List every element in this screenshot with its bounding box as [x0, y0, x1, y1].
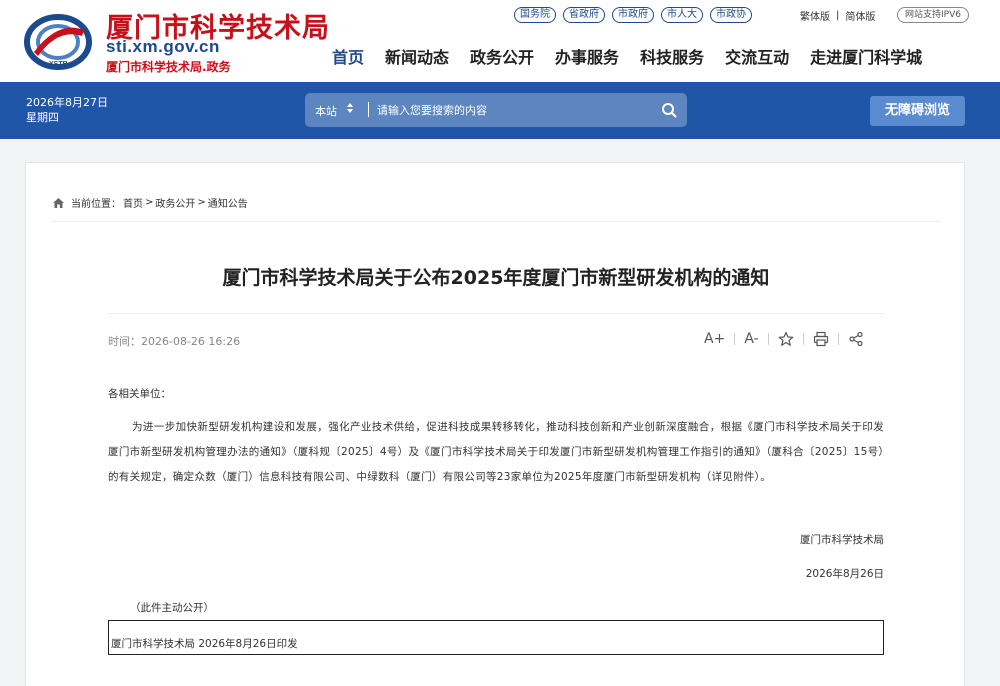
- breadcrumb-sep: >: [197, 197, 206, 208]
- signature-date: 2026年8月26日: [805, 568, 884, 580]
- font-decrease-button[interactable]: A-: [744, 331, 758, 347]
- article-paragraph: 为进一步加快新型研发机构建设和发展，强化产业技术供给，促进科技成果转移转化，推动…: [108, 421, 884, 483]
- tool-separator: [734, 333, 736, 345]
- nav-government-affairs[interactable]: 政务公开: [470, 44, 534, 68]
- date-text: 2026年8月27日: [26, 96, 108, 109]
- issued-line: 厦门市科学技术局 2026年8月26日印发: [111, 638, 298, 650]
- weekday-text: 星期四: [26, 111, 59, 124]
- gov-link-state-council[interactable]: 国务院: [514, 7, 556, 23]
- nav-science-city[interactable]: 走进厦门科学城: [810, 44, 922, 68]
- ipv6-badge: 网站支持IPV6: [897, 7, 969, 23]
- breadcrumb-government-affairs[interactable]: 政务公开: [155, 195, 195, 210]
- breadcrumb-sep: >: [145, 197, 154, 208]
- divider: [51, 221, 941, 222]
- tool-separator: [837, 333, 839, 345]
- time-value: 2026-08-26 16:26: [141, 335, 241, 348]
- salutation: 各相关单位：: [108, 388, 171, 400]
- lang-separator: |: [836, 10, 840, 21]
- search-input[interactable]: [377, 100, 647, 120]
- breadcrumb-home[interactable]: 首页: [123, 195, 143, 210]
- gov-link-city[interactable]: 市政府: [612, 7, 654, 23]
- language-switch: 繁体版 | 简体版: [800, 8, 875, 23]
- time-label: 时间：: [108, 335, 141, 348]
- site-logo-icon[interactable]: XSTB: [24, 14, 92, 70]
- tool-separator: [767, 333, 769, 345]
- nav-news[interactable]: 新闻动态: [385, 44, 449, 68]
- current-date: 2026年8月27日 星期四: [26, 95, 108, 125]
- share-icon[interactable]: [848, 331, 864, 347]
- site-subtitle: 厦门市科学技术局.政务: [106, 60, 231, 74]
- gov-link-cppcc[interactable]: 市政协: [710, 7, 752, 23]
- tool-separator: [802, 333, 804, 345]
- font-increase-button[interactable]: A+: [704, 331, 725, 347]
- nav-tech-services[interactable]: 科技服务: [640, 44, 704, 68]
- article-title: 厦门市科学技术局关于公布2025年度厦门市新型研发机构的通知: [222, 267, 770, 289]
- accessibility-button[interactable]: 无障碍浏览: [870, 96, 965, 126]
- gov-link-congress[interactable]: 市人大: [661, 7, 703, 23]
- signature-org: 厦门市科学技术局: [800, 534, 884, 546]
- gov-links: 国务院 省政府 市政府 市人大 市政协: [514, 7, 752, 23]
- traditional-chinese-link[interactable]: 繁体版: [800, 8, 830, 23]
- search-divider: [368, 102, 369, 117]
- breadcrumb: 当前位置： 首页 > 政务公开 > 通知公告: [53, 195, 248, 210]
- search-box: 本站: [305, 93, 687, 127]
- site-header: XSTB 厦门市科学技术局 sti.xm.gov.cn 厦门市科学技术局.政务 …: [0, 0, 1000, 82]
- home-icon: [53, 197, 64, 208]
- star-icon[interactable]: [778, 331, 794, 347]
- publish-time: 时间：2026-08-26 16:26: [108, 333, 240, 349]
- public-note: （此件主动公开）: [130, 602, 214, 614]
- site-domain: sti.xm.gov.cn: [106, 37, 220, 56]
- logo-text: XSTB: [49, 61, 68, 68]
- search-band: 2026年8月27日 星期四 本站 无障碍浏览: [0, 82, 1000, 139]
- gov-link-province[interactable]: 省政府: [563, 7, 605, 23]
- divider: [108, 313, 884, 314]
- nav-interaction[interactable]: 交流互动: [725, 44, 789, 68]
- main-nav: 首页 新闻动态 政务公开 办事服务 科技服务 交流互动 走进厦门科学城: [332, 44, 922, 68]
- search-icon[interactable]: [661, 102, 677, 118]
- breadcrumb-prefix: 当前位置：: [71, 199, 121, 210]
- simplified-chinese-link[interactable]: 简体版: [845, 8, 875, 23]
- article-panel: 当前位置： 首页 > 政务公开 > 通知公告 厦门市科学技术局关于公布2025年…: [25, 162, 965, 686]
- nav-services[interactable]: 办事服务: [555, 44, 619, 68]
- nav-home[interactable]: 首页: [332, 44, 364, 68]
- scope-arrows-icon[interactable]: [347, 102, 353, 117]
- search-scope-select[interactable]: 本站: [315, 103, 337, 119]
- issued-box: 厦门市科学技术局 2026年8月26日印发: [108, 620, 884, 655]
- article-tools: A+ A-: [704, 331, 864, 347]
- print-icon[interactable]: [813, 331, 829, 347]
- breadcrumb-notices[interactable]: 通知公告: [208, 195, 248, 210]
